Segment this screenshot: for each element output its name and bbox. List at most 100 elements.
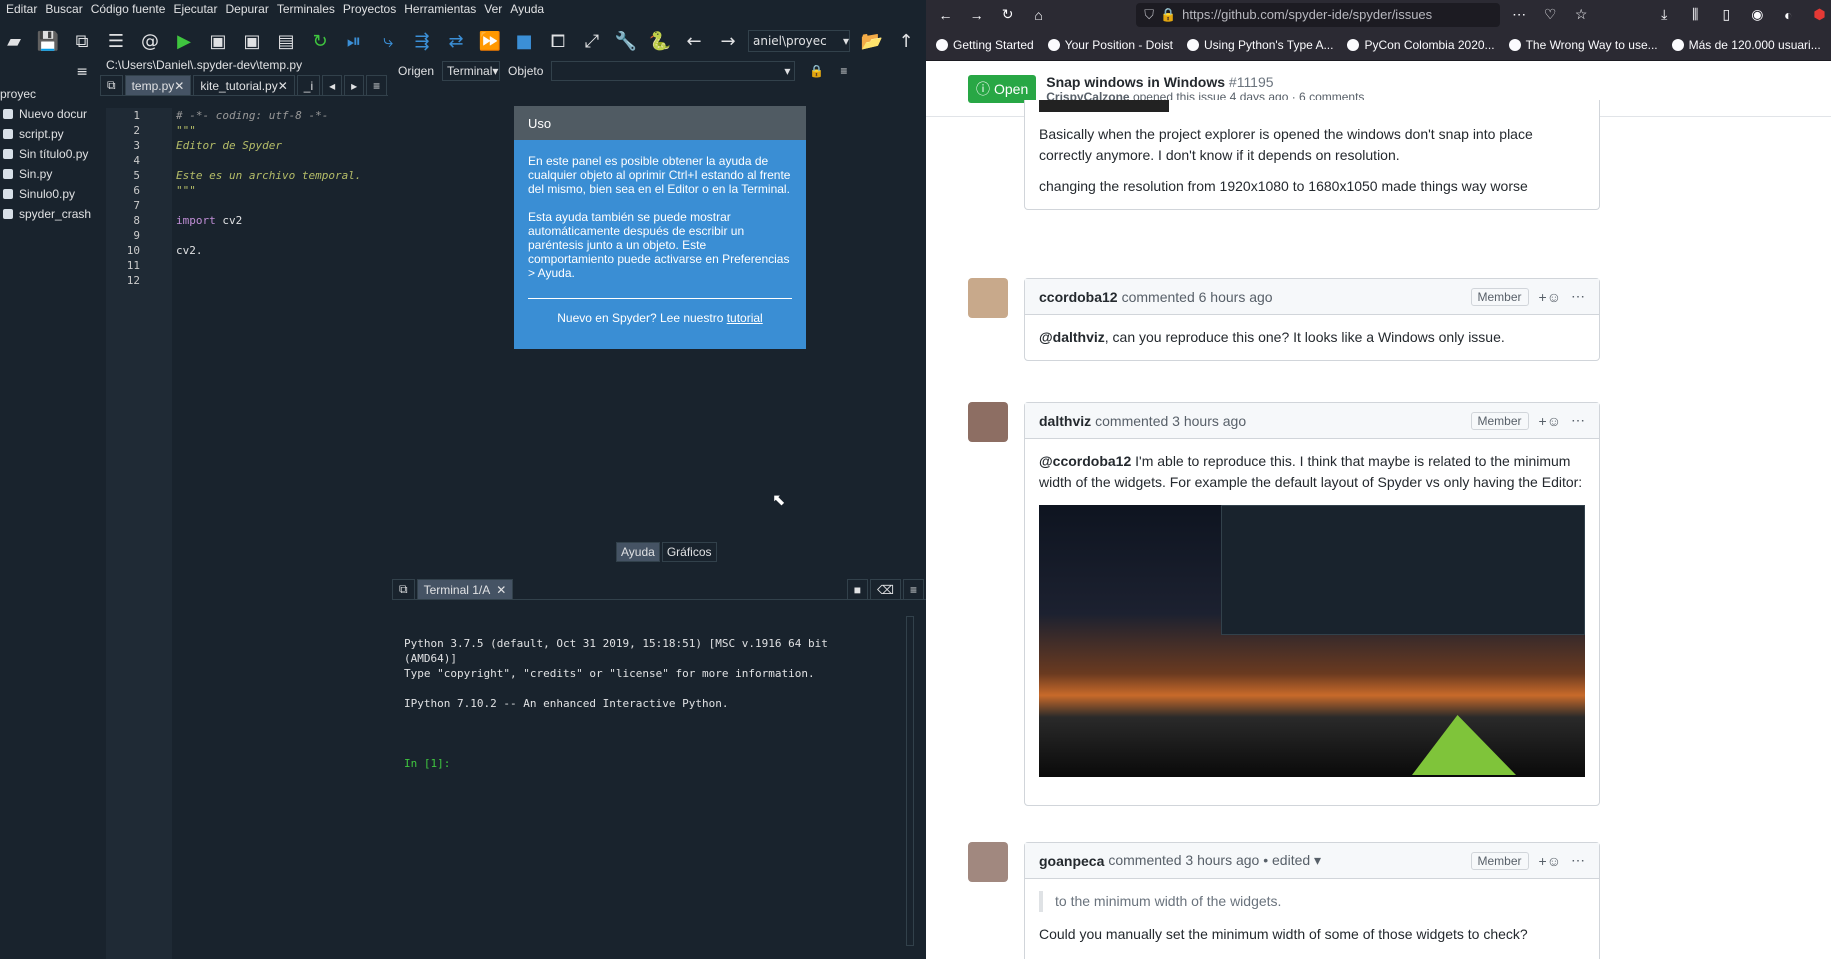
continue-icon[interactable]: ⏩	[476, 27, 504, 55]
code-line[interactable]	[176, 198, 376, 213]
step-return-icon[interactable]: ⇄	[442, 27, 470, 55]
close-icon[interactable]: ✕	[496, 583, 506, 597]
forward-arrow-icon[interactable]: →	[714, 27, 742, 55]
url-bar[interactable]: ⛉ 🔒 https://github.com/spyder-ide/spyder…	[1136, 2, 1500, 27]
help-options-icon[interactable]: ≡	[840, 64, 847, 78]
parent-dir-icon[interactable]: ↑	[892, 27, 920, 55]
save-all-icon[interactable]: ⧉	[68, 27, 96, 55]
code-line[interactable]: # -*- coding: utf-8 -*-	[176, 108, 376, 123]
more-icon[interactable]: ⋯	[1508, 3, 1531, 27]
fullscreen-icon[interactable]: ⤢	[578, 27, 606, 55]
menu-item[interactable]: Código fuente	[91, 2, 166, 16]
close-icon[interactable]: ✕	[174, 79, 184, 93]
code-line[interactable]: Editor de Spyder	[176, 138, 376, 153]
adblock-icon[interactable]: ⬢	[1808, 3, 1831, 27]
editor-tab[interactable]: kite_tutorial.py ✕	[193, 75, 295, 95]
tab-graficos[interactable]: Gráficos	[661, 542, 717, 562]
more-options-icon[interactable]: ⋯	[1571, 288, 1585, 305]
star-icon[interactable]: ☆	[1570, 3, 1593, 27]
scroll-tabs-right-icon[interactable]: ▸	[344, 75, 365, 95]
library-icon[interactable]: ⫼	[1684, 3, 1707, 27]
comment-time[interactable]: commented 3 hours ago • edited ▾	[1108, 852, 1321, 869]
tutorial-link[interactable]: tutorial	[727, 311, 763, 325]
extension-icon[interactable]: ◐	[1777, 3, 1800, 27]
bookmark-item[interactable]: The Wrong Way to use...	[1508, 38, 1658, 52]
add-reaction-icon[interactable]: +☺	[1539, 853, 1561, 869]
bookmark-item[interactable]: PyCon Colombia 2020...	[1347, 38, 1495, 52]
more-options-icon[interactable]: ⋯	[1571, 852, 1585, 869]
editor-tab[interactable]: _i	[296, 75, 321, 95]
menu-item[interactable]: Ver	[484, 2, 502, 16]
clear-console-icon[interactable]: ⌫	[870, 579, 901, 599]
code-line[interactable]: cv2.	[176, 243, 376, 258]
file-tree-item[interactable]: Sinulo0.py	[0, 184, 92, 204]
comment-author[interactable]: goanpeca	[1039, 853, 1104, 869]
lock-icon[interactable]: 🔒	[809, 64, 824, 78]
run-icon[interactable]: ▶	[170, 27, 198, 55]
menu-item[interactable]: Terminales	[277, 2, 335, 16]
back-arrow-icon[interactable]: ←	[680, 27, 708, 55]
console-options-icon[interactable]: ≡	[902, 579, 924, 599]
comment-author[interactable]: ccordoba12	[1039, 289, 1118, 305]
scroll-tabs-left-icon[interactable]: ◂	[322, 75, 343, 95]
bookmark-item[interactable]: Getting Started	[936, 38, 1034, 52]
close-icon[interactable]: ✕	[278, 79, 288, 93]
python-icon[interactable]: 🐍	[646, 27, 674, 55]
origin-select[interactable]: Terminal ▾	[442, 61, 501, 81]
tab-terminal-1a[interactable]: Terminal 1/A ✕	[416, 579, 514, 599]
code-line[interactable]	[176, 273, 376, 288]
more-options-icon[interactable]: ⋯	[1571, 412, 1585, 429]
comment-time[interactable]: commented 3 hours ago	[1095, 413, 1246, 429]
code-text[interactable]: # -*- coding: utf-8 -*- """ Editor de Spyd…	[172, 108, 376, 959]
code-line[interactable]: Este es un archivo temporal.	[176, 168, 376, 183]
account-icon[interactable]: ◉	[1746, 3, 1769, 27]
add-reaction-icon[interactable]: +☺	[1539, 413, 1561, 429]
avatar[interactable]	[968, 278, 1008, 318]
file-tree-item[interactable]: Nuevo docur	[0, 104, 92, 124]
downloads-icon[interactable]: ⤓	[1653, 3, 1676, 27]
console-scrollbar[interactable]	[906, 616, 914, 946]
step-icon[interactable]: ⤷	[374, 27, 402, 55]
rerun-icon[interactable]: ↻	[306, 27, 334, 55]
comment-screenshot-image[interactable]	[1039, 505, 1585, 777]
file-tree-item[interactable]: Sin título0.py	[0, 144, 92, 164]
code-line[interactable]: """	[176, 183, 376, 198]
add-reaction-icon[interactable]: +☺	[1539, 289, 1561, 305]
mention[interactable]: @dalthviz	[1039, 329, 1105, 345]
browse-tabs-icon[interactable]: ⧉	[100, 75, 123, 95]
editor-tab[interactable]: temp.py ✕	[124, 75, 192, 95]
run-cell-advance-icon[interactable]: ▣	[238, 27, 266, 55]
pocket-icon[interactable]: ♡	[1539, 3, 1562, 27]
bookmark-item[interactable]: Your Position - Doist	[1047, 38, 1173, 52]
wrench-icon[interactable]: 🔧	[612, 27, 640, 55]
back-icon[interactable]: ←	[934, 3, 957, 27]
reload-icon[interactable]: ↻	[996, 3, 1019, 27]
comment-author[interactable]: dalthviz	[1039, 413, 1091, 429]
sidebar-icon[interactable]: ▯	[1715, 3, 1738, 27]
file-tree-item[interactable]: Sin.py	[0, 164, 92, 184]
stop-icon[interactable]: ■	[510, 27, 538, 55]
file-tree-item[interactable]: script.py	[0, 124, 92, 144]
hamburger-menu-icon[interactable]: ≡	[76, 64, 88, 80]
menu-item[interactable]: Buscar	[45, 2, 82, 16]
list-icon[interactable]: ☰	[102, 27, 130, 55]
browse-folder-icon[interactable]: 📂	[858, 27, 886, 55]
avatar[interactable]	[968, 842, 1008, 882]
stop-kernel-icon[interactable]: ■	[846, 579, 869, 599]
tab-ayuda[interactable]: Ayuda	[616, 542, 660, 562]
run-selection-icon[interactable]: ▤	[272, 27, 300, 55]
step-into-icon[interactable]: ⇶	[408, 27, 436, 55]
menu-item[interactable]: Depurar	[225, 2, 268, 16]
menu-item[interactable]: Editar	[6, 2, 37, 16]
code-editor[interactable]: 1 2 3 4 5 6 7 8 9 10 11 12 # -*- coding: utf-8 -*- "…	[106, 108, 376, 959]
editor-options-icon[interactable]: ≡	[366, 75, 388, 95]
code-line[interactable]: """	[176, 123, 376, 138]
bookmark-item[interactable]: Using Python's Type A...	[1187, 38, 1333, 52]
forward-icon[interactable]: →	[965, 3, 988, 27]
object-input[interactable]: ▾	[551, 61, 796, 81]
code-line[interactable]	[176, 258, 376, 273]
debug-icon[interactable]: ⏯	[340, 27, 368, 55]
home-icon[interactable]: ⌂	[1027, 3, 1050, 27]
open-folder-icon[interactable]: ▰	[0, 27, 28, 55]
code-line[interactable]: import cv2	[176, 213, 376, 228]
